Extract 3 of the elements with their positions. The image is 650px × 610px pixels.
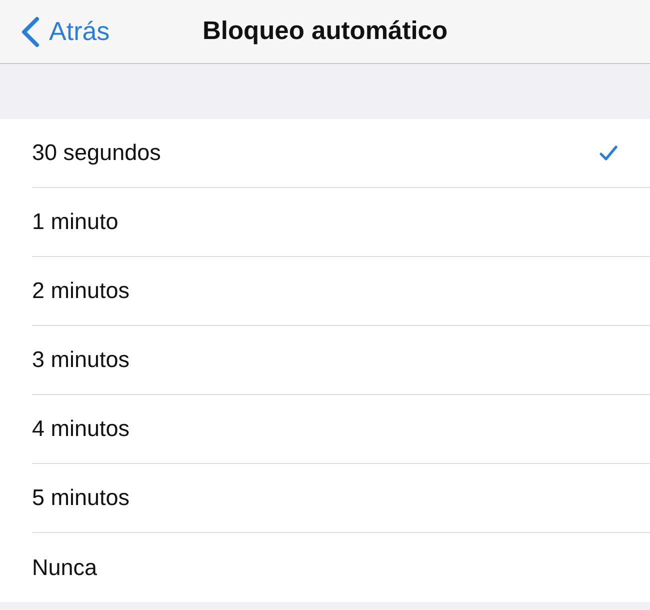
back-button[interactable]: Atrás	[20, 16, 110, 48]
chevron-left-icon	[20, 16, 40, 48]
screen-title: Bloqueo automático	[202, 17, 448, 46]
